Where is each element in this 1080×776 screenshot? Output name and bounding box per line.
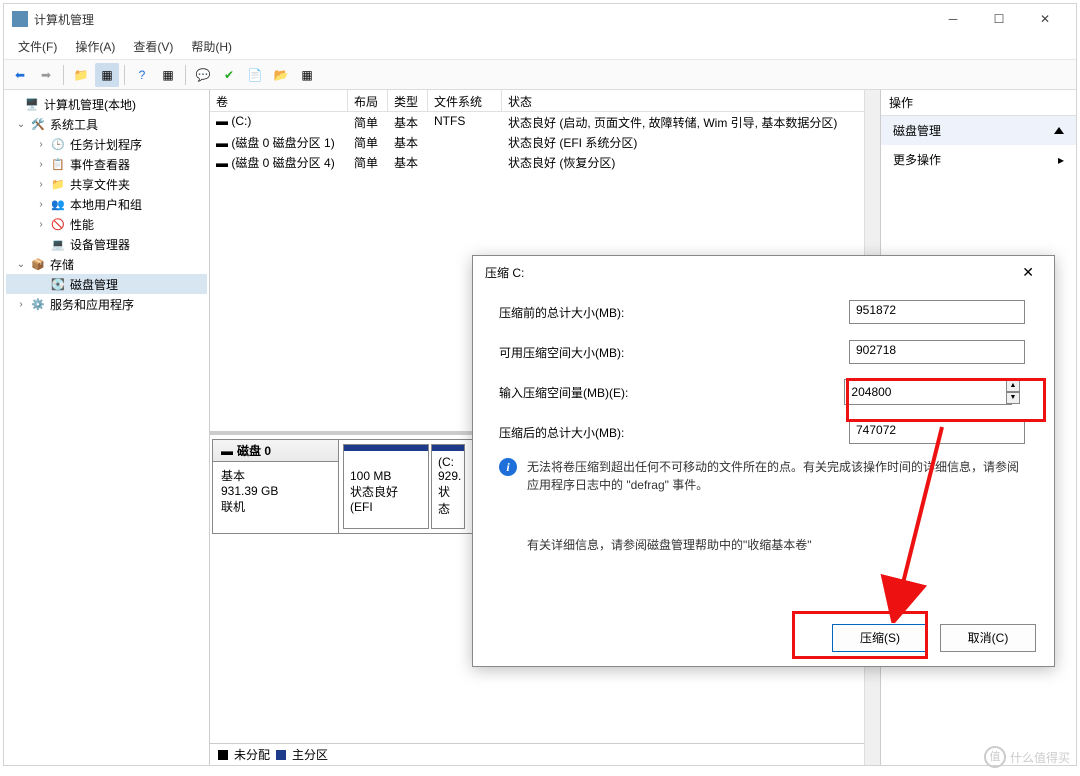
tb-btn-5[interactable]: 💬 <box>191 63 215 87</box>
col-type[interactable]: 类型 <box>388 90 428 111</box>
volume-row[interactable]: ▬ (磁盘 0 磁盘分区 1) 简单基本状态良好 (EFI 系统分区) <box>210 132 880 152</box>
dialog-title: 压缩 C: <box>485 264 524 281</box>
info-text: 无法将卷压缩到超出任何不可移动的文件所在的点。有关完成该操作时间的详细信息，请参… <box>527 458 1028 494</box>
tb-btn-1[interactable]: 📁 <box>69 63 93 87</box>
chevron-right-icon: ▸ <box>1058 153 1064 167</box>
menu-action[interactable]: 操作(A) <box>67 35 123 58</box>
value-available: 902718 <box>849 340 1025 364</box>
disk-info[interactable]: ▬磁盘 0 基本 931.39 GB 联机 <box>213 440 339 533</box>
col-layout[interactable]: 布局 <box>348 90 388 111</box>
value-total-after: 747072 <box>849 420 1025 444</box>
spin-up-button[interactable]: ▲ <box>1006 380 1020 392</box>
tb-btn-3[interactable]: ? <box>130 63 154 87</box>
partition[interactable]: (C: 929. 状态 <box>431 444 465 529</box>
menu-view[interactable]: 查看(V) <box>125 35 181 58</box>
tb-btn-6[interactable]: ✔ <box>217 63 241 87</box>
app-icon <box>12 11 28 27</box>
actions-header: 操作 <box>881 90 1076 116</box>
menu-file[interactable]: 文件(F) <box>10 35 65 58</box>
col-volume[interactable]: 卷 <box>210 90 348 111</box>
partition[interactable]: 100 MB 状态良好 (EFI <box>343 444 429 529</box>
volume-row[interactable]: ▬ (磁盘 0 磁盘分区 4) 简单基本状态良好 (恢复分区) <box>210 152 880 172</box>
tb-btn-8[interactable]: 📂 <box>269 63 293 87</box>
col-status[interactable]: 状态 <box>502 90 880 111</box>
label-available: 可用压缩空间大小(MB): <box>499 344 849 361</box>
tree-perf[interactable]: 性能 <box>70 216 94 233</box>
disk-icon: ▬ <box>216 156 228 170</box>
legend: 未分配 主分区 <box>210 743 864 765</box>
window-title: 计算机管理 <box>34 11 930 28</box>
titlebar: 计算机管理 ─ ☐ ✕ <box>4 4 1076 34</box>
spin-down-button[interactable]: ▼ <box>1006 392 1020 404</box>
col-fs[interactable]: 文件系统 <box>428 90 502 111</box>
forward-button[interactable]: ➡ <box>34 63 58 87</box>
toolbar: ⬅ ➡ 📁 ▦ ? ▦ 💬 ✔ 📄 📂 ▦ <box>4 60 1076 90</box>
shrink-dialog: 压缩 C: ✕ 压缩前的总计大小(MB): 951872 可用压缩空间大小(MB… <box>472 255 1055 667</box>
tree-root[interactable]: 计算机管理(本地) <box>44 96 136 113</box>
close-button[interactable]: ✕ <box>1022 4 1068 34</box>
hint-text: 有关详细信息，请参阅磁盘管理帮助中的"收缩基本卷" <box>527 536 812 554</box>
maximize-button[interactable]: ☐ <box>976 4 1022 34</box>
tree-storage[interactable]: 存储 <box>50 256 74 273</box>
tree-diskmgmt[interactable]: 磁盘管理 <box>70 276 118 293</box>
actions-group[interactable]: 磁盘管理 <box>881 116 1076 145</box>
tb-btn-2[interactable]: ▦ <box>95 63 119 87</box>
label-total-before: 压缩前的总计大小(MB): <box>499 304 849 321</box>
tree-services[interactable]: 服务和应用程序 <box>50 296 134 313</box>
tree-systools[interactable]: 系统工具 <box>50 116 98 133</box>
shrink-amount-spinner[interactable]: ▲▼ <box>844 379 1028 405</box>
back-button[interactable]: ⬅ <box>8 63 32 87</box>
label-shrink-amount: 输入压缩空间量(MB)(E): <box>499 384 844 401</box>
watermark: 值 什么值得买 <box>984 746 1070 768</box>
minimize-button[interactable]: ─ <box>930 4 976 34</box>
tree-shares[interactable]: 共享文件夹 <box>70 176 130 193</box>
info-icon: i <box>499 458 517 476</box>
volume-row[interactable]: ▬ (C:) 简单基本NTFS状态良好 (启动, 页面文件, 故障转储, Wim… <box>210 112 880 132</box>
tree-events[interactable]: 事件查看器 <box>70 156 130 173</box>
disk-icon: ▬ <box>216 136 228 150</box>
tb-btn-9[interactable]: ▦ <box>295 63 319 87</box>
menubar: 文件(F) 操作(A) 查看(V) 帮助(H) <box>4 34 1076 60</box>
tree-users[interactable]: 本地用户和组 <box>70 196 142 213</box>
nav-tree[interactable]: 🖥️计算机管理(本地) ⌄🛠️系统工具 ›🕒任务计划程序 ›📋事件查看器 ›📁共… <box>4 90 210 765</box>
menu-help[interactable]: 帮助(H) <box>183 35 240 58</box>
tb-btn-4[interactable]: ▦ <box>156 63 180 87</box>
shrink-button[interactable]: 压缩(S) <box>832 624 928 652</box>
dialog-close-button[interactable]: ✕ <box>1014 260 1042 285</box>
tb-btn-7[interactable]: 📄 <box>243 63 267 87</box>
cancel-button[interactable]: 取消(C) <box>940 624 1036 652</box>
label-total-after: 压缩后的总计大小(MB): <box>499 424 849 441</box>
tree-scheduler[interactable]: 任务计划程序 <box>70 136 142 153</box>
shrink-amount-input[interactable] <box>844 379 1012 405</box>
tree-devmgr[interactable]: 设备管理器 <box>70 236 130 253</box>
collapse-icon <box>1054 127 1064 134</box>
actions-more[interactable]: 更多操作▸ <box>881 145 1076 174</box>
disk-icon: ▬ <box>216 114 228 128</box>
value-total-before: 951872 <box>849 300 1025 324</box>
